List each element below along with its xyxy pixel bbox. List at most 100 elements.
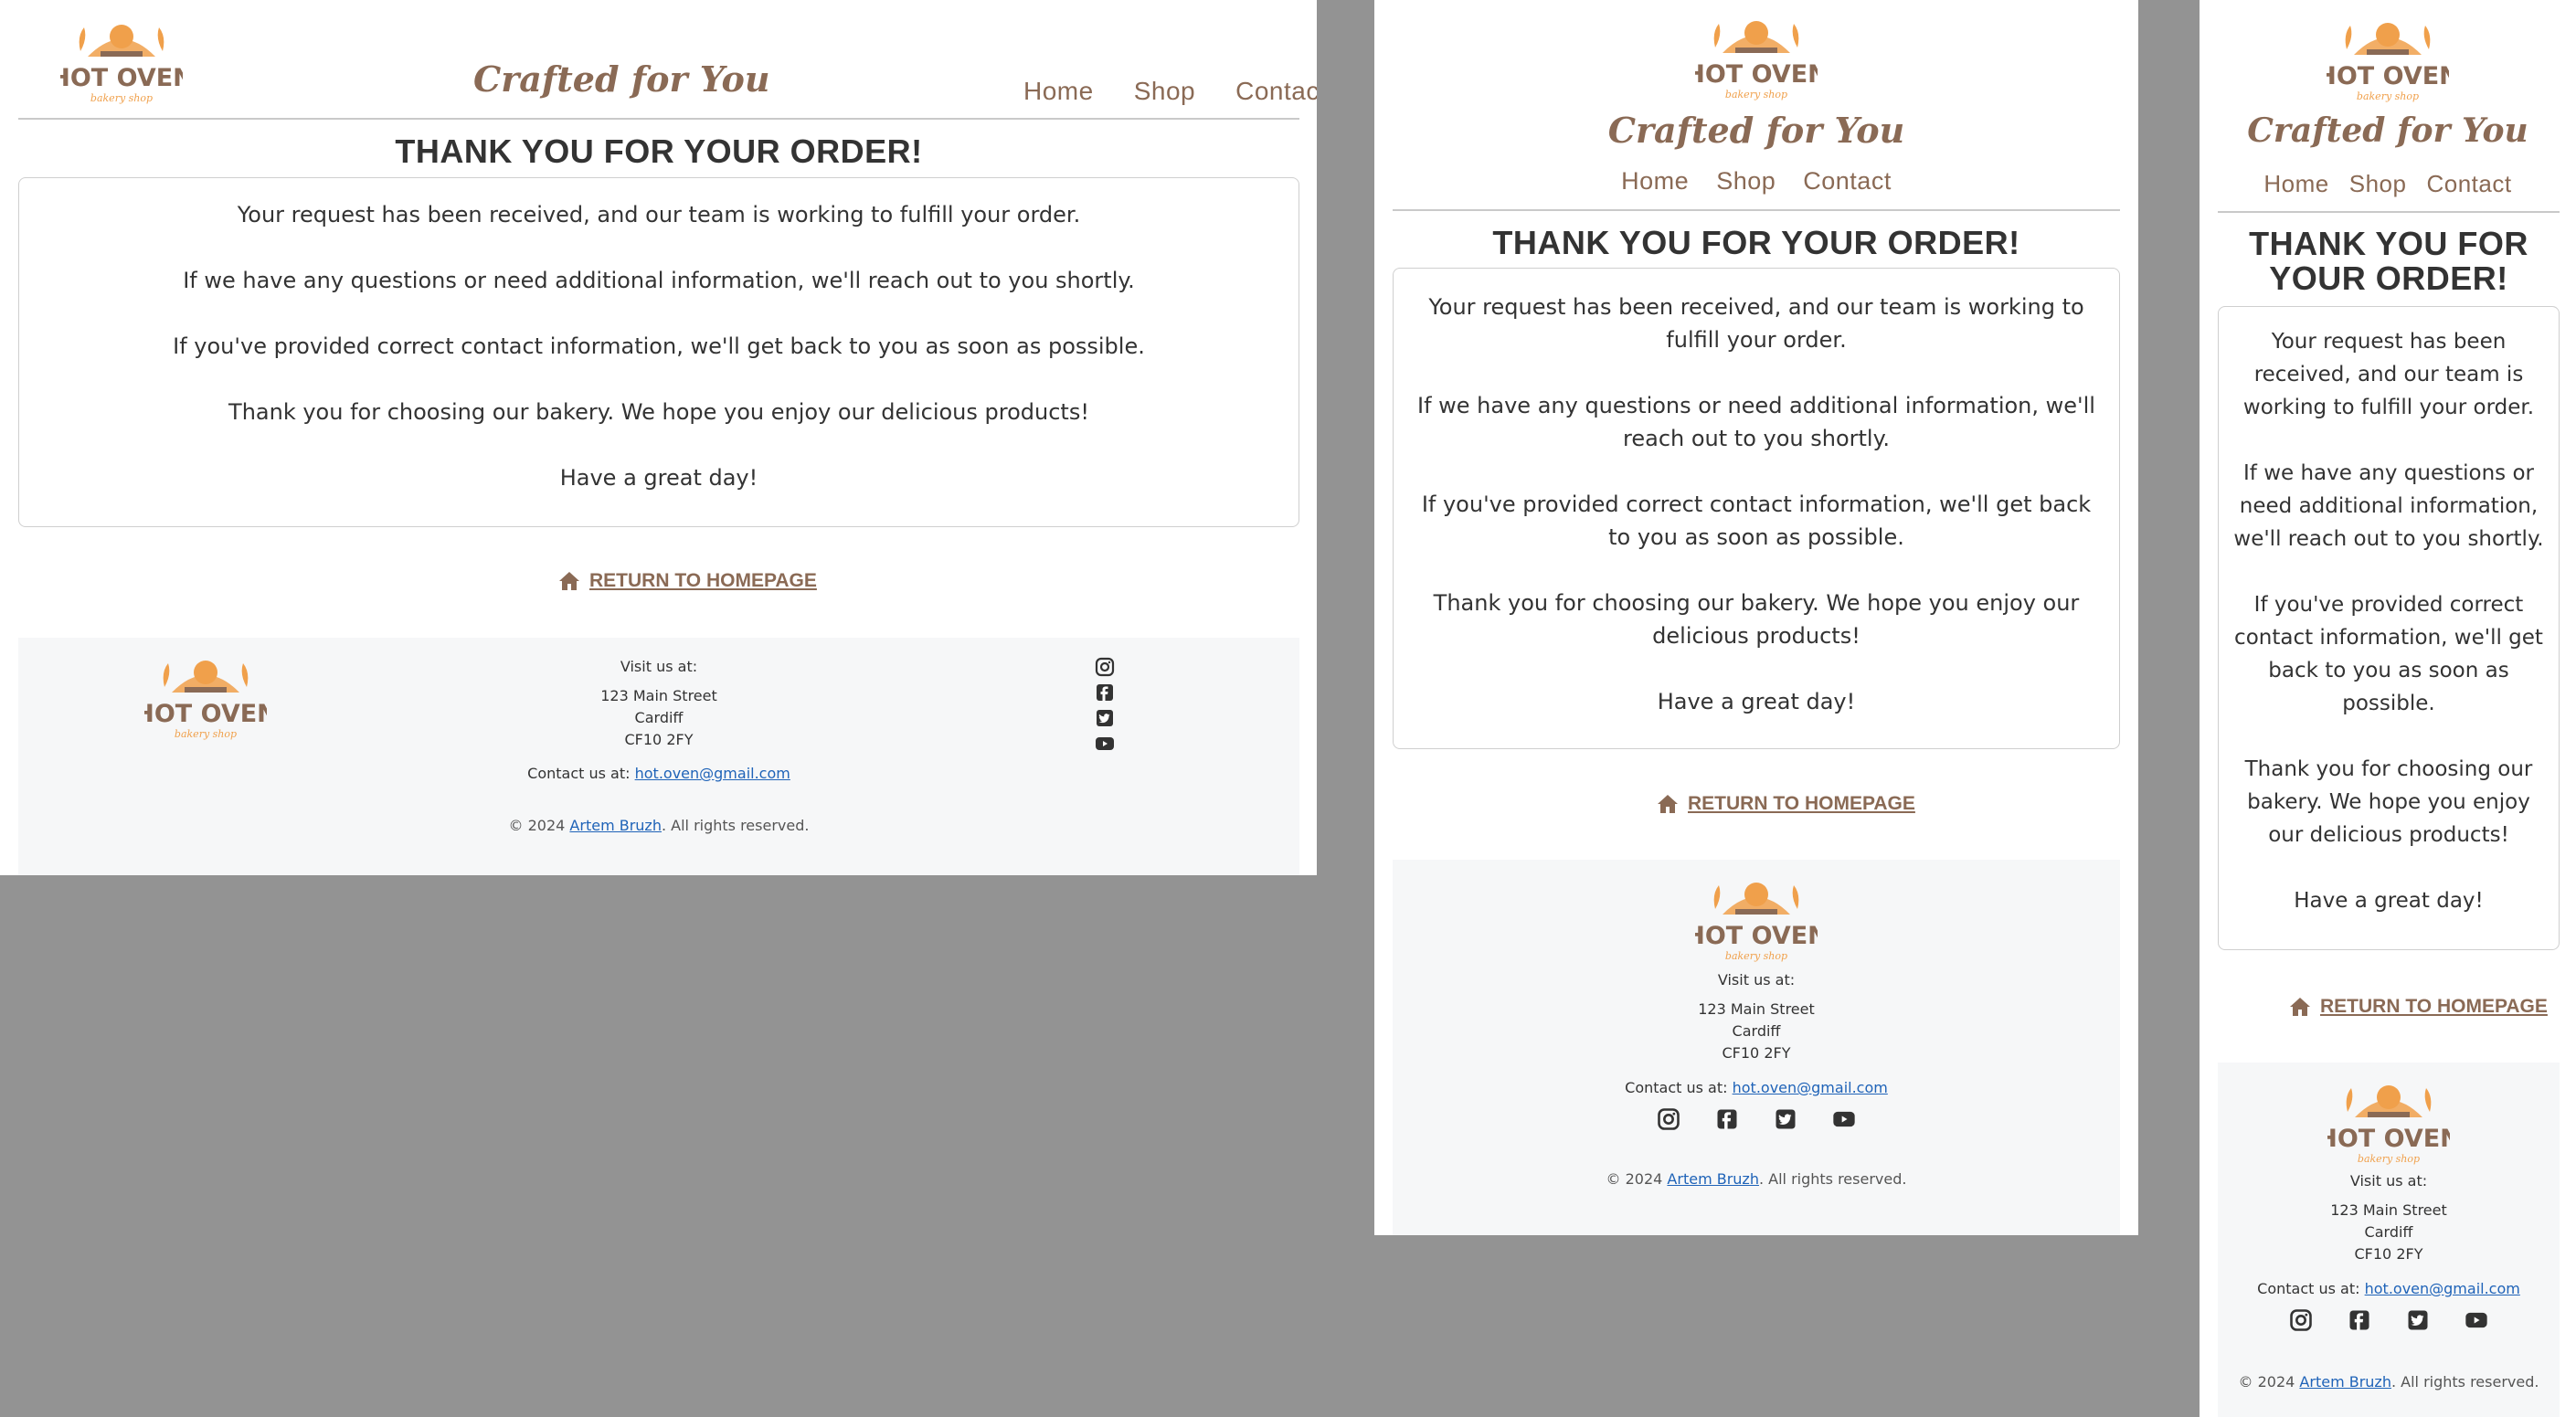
facebook-icon[interactable] (1093, 682, 1117, 703)
return-homepage-label: RETURN TO HOMEPAGE (2320, 996, 2548, 1017)
footer-logo-subtitle: bakery shop (1725, 950, 1787, 962)
social-links (2218, 1307, 2560, 1333)
return-homepage-link[interactable]: RETURN TO HOMEPAGE (2289, 996, 2548, 1018)
copyright: © 2024 Artem Bruzh. All rights reserved. (18, 817, 1299, 834)
message-thanks: Thank you for choosing our bakery. We ho… (2244, 757, 2533, 847)
page-title: THANK YOU FOR YOUR ORDER! (1492, 224, 2020, 261)
nav-shop-link[interactable]: Shop (1134, 77, 1195, 106)
twitter-icon[interactable] (1093, 707, 1117, 729)
tagline: Crafted for You (2247, 111, 2528, 150)
header-logo[interactable]: HOT OVEN bakery shop (60, 16, 183, 111)
copyright-suffix: . All rights reserved. (661, 817, 810, 834)
social-links (1393, 1106, 2120, 1132)
desktop-view: HOT OVEN bakery shop Crafted for You Hom… (0, 0, 1317, 875)
nav-contact-link[interactable]: Contact (2426, 170, 2511, 198)
footer-contact: Contact us at: hot.oven@gmail.com (18, 765, 1299, 782)
footer: HOT OVEN bakery shop Visit us at: 123 Ma… (18, 638, 1299, 875)
nav-home-link[interactable]: Home (2263, 170, 2328, 198)
instagram-icon[interactable] (1656, 1106, 1681, 1132)
logo-name: HOT OVEN (1695, 60, 1818, 89)
header-divider (1393, 209, 2120, 211)
logo-name: HOT OVEN (60, 64, 183, 92)
email-link[interactable]: hot.oven@gmail.com (635, 765, 790, 782)
message-contact: If you've provided correct contact infor… (2234, 593, 2543, 715)
footer-address: Visit us at: 123 Main Street Cardiff CF1… (1393, 969, 2120, 1064)
footer-logo[interactable]: HOT OVEN bakery shop (2327, 1077, 2450, 1172)
return-homepage-link[interactable]: RETURN TO HOMEPAGE (558, 570, 817, 592)
facebook-icon[interactable] (1714, 1106, 1740, 1132)
header-logo[interactable]: HOT OVEN bakery shop (1695, 13, 1818, 108)
contact-label: Contact us at: (2257, 1280, 2360, 1297)
page-title: THANK YOU FOR YOUR ORDER! (2249, 225, 2528, 297)
nav-shop-link[interactable]: Shop (2349, 170, 2407, 198)
confirmation-card: Your request has been received, and our … (2218, 306, 2560, 950)
author-link[interactable]: Artem Bruzh (569, 817, 662, 834)
copyright-suffix: . All rights reserved. (1758, 1170, 1907, 1188)
copyright-prefix: © 2024 (508, 817, 566, 834)
message-received: Your request has been received, and our … (1428, 294, 2084, 353)
logo-subtitle: bakery shop (2357, 90, 2419, 102)
message-contact: If you've provided correct contact infor… (1421, 492, 2092, 550)
email-link[interactable]: hot.oven@gmail.com (1733, 1079, 1888, 1096)
address-line-3: CF10 2FY (2354, 1245, 2423, 1263)
footer-logo-name: HOT OVEN (1695, 922, 1818, 950)
copyright-prefix: © 2024 (2238, 1373, 2295, 1391)
header-divider (2218, 211, 2560, 213)
footer: HOT OVEN bakery shop Visit us at: 123 Ma… (2218, 1063, 2560, 1417)
author-link[interactable]: Artem Bruzh (1667, 1170, 1759, 1188)
message-goodbye: Have a great day! (1657, 689, 1856, 714)
footer-contact: Contact us at: hot.oven@gmail.com (1393, 1079, 2120, 1096)
footer-address: Visit us at: 123 Main Street Cardiff CF1… (2218, 1170, 2560, 1265)
logo-subtitle: bakery shop (90, 92, 153, 104)
facebook-icon[interactable] (2347, 1307, 2372, 1333)
header-logo[interactable]: HOT OVEN bakery shop (2327, 15, 2449, 110)
nav-home-link[interactable]: Home (1023, 77, 1094, 106)
nav-shop-link[interactable]: Shop (1716, 167, 1776, 196)
message-thanks: Thank you for choosing our bakery. We ho… (1433, 590, 2080, 649)
copyright: © 2024 Artem Bruzh. All rights reserved. (2218, 1373, 2560, 1391)
tablet-view: HOT OVEN bakery shop Crafted for You Hom… (1374, 0, 2138, 1235)
address-line-3: CF10 2FY (1722, 1044, 1791, 1062)
youtube-icon[interactable] (1093, 733, 1117, 755)
return-homepage-link[interactable]: RETURN TO HOMEPAGE (1657, 793, 1915, 815)
copyright: © 2024 Artem Bruzh. All rights reserved. (1393, 1170, 2120, 1188)
main-nav: Home Shop Contact (1023, 77, 1317, 106)
author-link[interactable]: Artem Bruzh (2299, 1373, 2391, 1391)
message-questions: If we have any questions or need additio… (1417, 393, 2095, 451)
social-links (1093, 656, 1117, 755)
address-line-2: Cardiff (1732, 1022, 1781, 1040)
message-questions: If we have any questions or need additio… (183, 268, 1135, 293)
tagline: Crafted for You (1607, 110, 1905, 151)
footer-contact: Contact us at: hot.oven@gmail.com (2218, 1280, 2560, 1297)
message-contact: If you've provided correct contact infor… (173, 333, 1145, 359)
youtube-icon[interactable] (2464, 1307, 2489, 1333)
visit-label: Visit us at: (2349, 1172, 2428, 1190)
address-line-1: 123 Main Street (2330, 1201, 2447, 1219)
footer-logo-name: HOT OVEN (2327, 1125, 2450, 1153)
copyright-suffix: . All rights reserved. (2390, 1373, 2539, 1391)
nav-contact-link[interactable]: Contact (1803, 167, 1892, 196)
page-title: THANK YOU FOR YOUR ORDER! (395, 132, 923, 170)
message-received: Your request has been received, and our … (237, 202, 1081, 227)
header-divider (18, 118, 1299, 120)
logo-name: HOT OVEN (2327, 62, 2449, 90)
main-nav: Home Shop Contact (1374, 167, 2138, 196)
home-icon (2290, 998, 2310, 1016)
instagram-icon[interactable] (2288, 1307, 2314, 1333)
instagram-icon[interactable] (1093, 656, 1117, 678)
message-received: Your request has been received, and our … (2242, 330, 2535, 419)
return-homepage-label: RETURN TO HOMEPAGE (1688, 793, 1915, 814)
visit-label: Visit us at: (1717, 971, 1796, 989)
message-questions: If we have any questions or need additio… (2233, 461, 2544, 551)
footer-logo[interactable]: HOT OVEN bakery shop (1695, 874, 1818, 969)
twitter-icon[interactable] (2405, 1307, 2431, 1333)
logo-subtitle: bakery shop (1725, 89, 1787, 100)
twitter-icon[interactable] (1773, 1106, 1798, 1132)
home-icon (559, 572, 579, 590)
email-link[interactable]: hot.oven@gmail.com (2365, 1280, 2520, 1297)
tagline: Crafted for You (473, 58, 770, 100)
main-nav: Home Shop Contact (2200, 170, 2576, 198)
nav-home-link[interactable]: Home (1621, 167, 1689, 196)
nav-contact-link[interactable]: Contact (1235, 77, 1317, 106)
youtube-icon[interactable] (1831, 1106, 1857, 1132)
